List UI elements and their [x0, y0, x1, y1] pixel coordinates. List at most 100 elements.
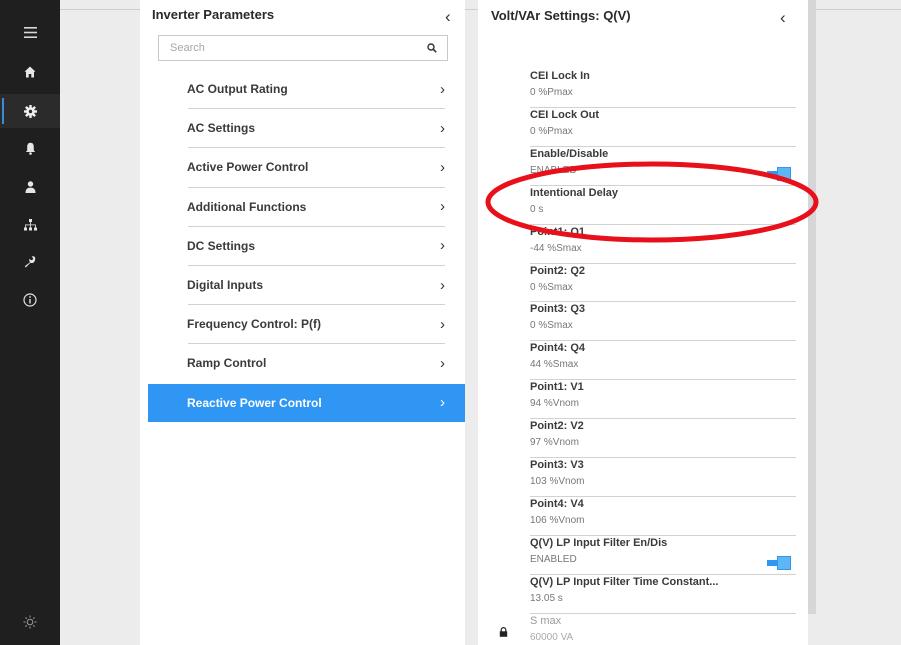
setting-name: Point3: Q3 — [530, 303, 586, 316]
home-button[interactable] — [0, 55, 60, 89]
setting-name: Point4: Q4 — [530, 342, 586, 355]
setting-divider — [530, 495, 796, 497]
setting-item[interactable]: Point1: V1 94 %Vnom — [530, 381, 796, 410]
search-input[interactable] — [170, 42, 410, 54]
search-icon[interactable] — [427, 43, 437, 53]
setting-item[interactable]: Point4: V4 106 %Vnom — [530, 498, 796, 527]
user-button[interactable] — [0, 170, 60, 204]
setting-name: Q(V) LP Input Filter Time Constant... — [530, 575, 719, 588]
network-button[interactable] — [0, 208, 60, 242]
settings-button[interactable] — [0, 94, 60, 128]
setting-divider — [530, 223, 796, 225]
setting-value: 13.05 s — [530, 592, 563, 604]
menu-item-label: DC Settings — [187, 238, 256, 253]
menu-item[interactable]: AC Output Rating › — [148, 70, 465, 108]
setting-divider — [530, 573, 796, 575]
toggle-knob — [777, 555, 791, 570]
setting-item: S max 60000 VA — [530, 615, 796, 644]
setting-name: Point3: V3 — [530, 459, 584, 471]
setting-item[interactable]: Point2: Q2 0 %Smax — [530, 265, 796, 294]
menu-item[interactable]: Frequency Control: P(f) › — [148, 305, 465, 343]
setting-item[interactable]: Point2: V2 97 %Vnom — [530, 420, 796, 449]
menu-item-label: Additional Functions — [187, 199, 307, 214]
menu-item-label: AC Settings — [187, 121, 256, 136]
chevron-right-icon: › — [440, 354, 445, 372]
setting-item[interactable]: Point4: Q4 44 %Smax — [530, 342, 796, 371]
setting-item[interactable]: Point3: Q3 0 %Smax — [530, 303, 796, 332]
sun-icon — [23, 615, 37, 629]
collapse-inverter-panel-button[interactable]: ‹ — [445, 8, 451, 25]
menu-item-label: Active Power Control — [187, 160, 309, 175]
setting-item[interactable]: CEI Lock In 0 %Pmax — [530, 70, 796, 99]
menu-item[interactable]: Active Power Control › — [148, 148, 465, 186]
wrench-icon — [24, 256, 36, 268]
setting-name: Enable/Disable — [530, 147, 609, 160]
setting-name: Point4: V4 — [530, 497, 584, 510]
chevron-right-icon: › — [440, 119, 445, 137]
alerts-button[interactable] — [0, 131, 60, 165]
enable-toggle[interactable] — [767, 166, 791, 181]
setting-divider — [530, 457, 796, 458]
setting-item[interactable]: CEI Lock Out 0 %Pmax — [530, 109, 796, 138]
menu-item[interactable]: Digital Inputs › — [148, 266, 465, 304]
setting-item[interactable]: Q(V) LP Input Filter Time Constant... 13.… — [530, 576, 796, 605]
info-icon — [23, 293, 37, 307]
setting-name: CEI Lock In — [530, 70, 590, 82]
toggle-knob — [777, 166, 791, 181]
inverter-panel-title: Inverter Parameters — [152, 7, 275, 22]
setting-item[interactable]: Point1: Q1 -44 %Smax — [530, 226, 796, 255]
menu-item[interactable]: DC Settings › — [148, 227, 465, 265]
settings-panel-title: Volt/VAr Settings: Q(V) — [491, 8, 631, 23]
menu-item-label: Digital Inputs — [187, 278, 263, 292]
menu-item-label: Frequency Control: P(f) — [187, 317, 321, 332]
setting-name: Q(V) LP Input Filter En/Dis — [530, 536, 668, 549]
menu-item[interactable]: Ramp Control › — [148, 344, 465, 382]
setting-name: Point1: V1 — [530, 381, 584, 394]
setting-value: 0 %Smax — [530, 281, 573, 293]
menu-button[interactable] — [0, 15, 60, 49]
setting-divider — [530, 262, 796, 264]
menu-item[interactable]: Reactive Power Control › — [148, 383, 465, 422]
gear-icon — [23, 104, 37, 118]
chevron-right-icon: › — [440, 237, 445, 255]
lock-icon — [499, 627, 508, 637]
setting-value: 0 %Pmax — [530, 125, 573, 137]
setting-value: ENABLED — [530, 553, 577, 565]
setting-item[interactable]: Intentional Delay 0 s — [530, 187, 796, 216]
chevron-right-icon: › — [440, 394, 445, 412]
info-button[interactable] — [0, 283, 60, 317]
setting-value: 60000 VA — [530, 631, 574, 643]
bell-icon — [25, 142, 35, 155]
setting-divider — [530, 534, 796, 536]
collapse-settings-panel-button[interactable]: ‹ — [780, 9, 786, 26]
chevron-right-icon: › — [440, 158, 445, 176]
enable-toggle[interactable] — [767, 555, 791, 570]
menu-item[interactable]: Additional Functions › — [148, 188, 465, 226]
setting-name: Point2: Q2 — [530, 264, 586, 277]
tools-button[interactable] — [0, 245, 60, 279]
setting-value: -44 %Smax — [530, 242, 582, 254]
network-icon — [23, 219, 37, 231]
setting-item[interactable]: Enable/Disable ENABLED — [530, 148, 796, 177]
home-icon — [24, 66, 36, 78]
search-box — [158, 35, 448, 61]
menu-item[interactable]: AC Settings › — [148, 109, 465, 147]
setting-item[interactable]: Point3: V3 103 %Vnom — [530, 459, 796, 488]
setting-divider — [530, 379, 796, 381]
setting-divider — [530, 184, 796, 186]
settings-scrollbar[interactable] — [808, 0, 816, 614]
setting-name: Intentional Delay — [530, 186, 619, 199]
setting-divider — [530, 612, 796, 614]
chevron-right-icon: › — [440, 198, 445, 216]
chevron-right-icon: › — [440, 276, 445, 294]
user-icon — [25, 181, 35, 193]
menu-item-label: Reactive Power Control — [187, 395, 322, 410]
theme-button[interactable] — [0, 605, 60, 639]
nav-rail — [0, 0, 60, 645]
chevron-right-icon: › — [440, 315, 445, 333]
setting-name: Point2: V2 — [530, 420, 584, 433]
setting-item[interactable]: Q(V) LP Input Filter En/Dis ENABLED — [530, 537, 796, 566]
setting-value: 106 %Vnom — [530, 514, 585, 526]
chevron-right-icon: › — [440, 80, 445, 98]
setting-value: 0 %Smax — [530, 320, 573, 332]
